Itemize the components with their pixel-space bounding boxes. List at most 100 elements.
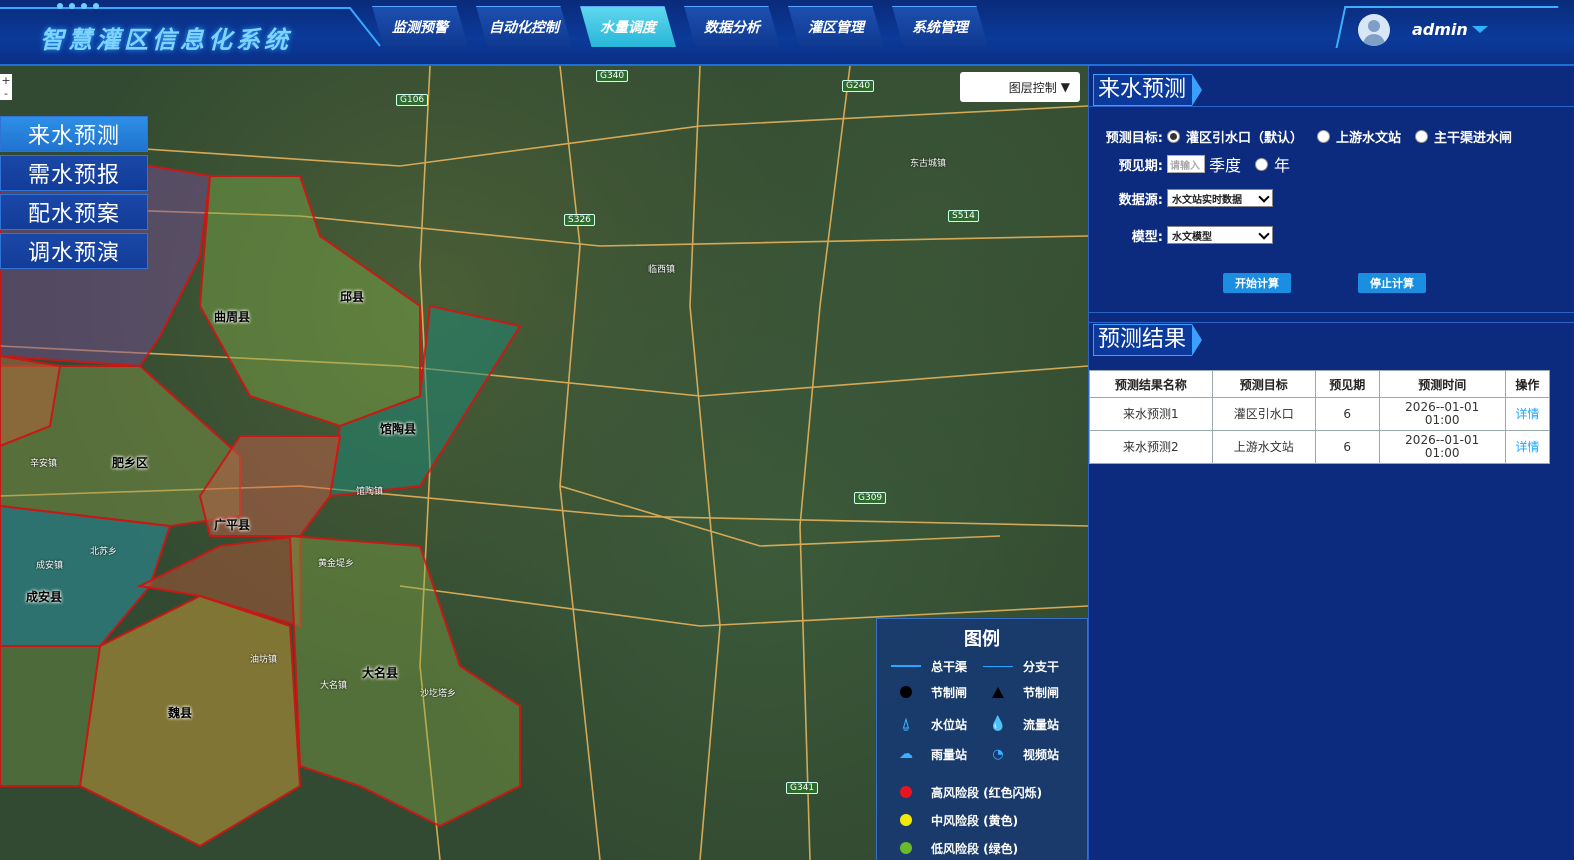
chevron-down-icon: [1258, 190, 1270, 203]
zoom-out-button[interactable]: -: [0, 87, 12, 100]
county-label: 邱县: [340, 290, 365, 304]
cell-target: 灌区引水口: [1211, 397, 1316, 431]
model-row: 模型: 水文模型: [1089, 223, 1273, 247]
username: admin: [1412, 20, 1468, 39]
county-label: 大名县: [362, 666, 399, 680]
radio-unit-year[interactable]: 年: [1255, 152, 1290, 176]
zoom-control: + -: [0, 74, 12, 100]
avatar: [1358, 14, 1390, 46]
route-marker: G106: [396, 94, 429, 106]
tab-water-dispatch[interactable]: 水量调度: [580, 6, 676, 47]
tab-data-analysis[interactable]: 数据分析: [684, 6, 780, 47]
cell-name: 来水预测1: [1089, 397, 1213, 431]
branch-canal-line-icon: [983, 665, 1013, 667]
radio-target-upstream-station[interactable]: 上游水文站: [1317, 127, 1401, 146]
section-title: 来水预测: [1093, 74, 1193, 106]
county-label: 肥乡区: [112, 456, 149, 470]
cell-target: 上游水文站: [1211, 430, 1316, 464]
stop-calculation-button[interactable]: 停止计算: [1358, 273, 1426, 293]
triangle-gate-icon: [992, 686, 1004, 698]
layer-control-label: 图层控制: [1008, 80, 1057, 95]
period-label: 预见期:: [1118, 158, 1163, 174]
tab-district-management[interactable]: 灌区管理: [788, 6, 884, 47]
details-link[interactable]: 详情: [1504, 397, 1551, 431]
red-dot-icon: [900, 786, 912, 798]
col-name: 预测结果名称: [1089, 370, 1213, 398]
table-row: 来水预测2 上游水文站 6 2026--01-01 01:00 详情: [1089, 430, 1551, 464]
app-title: 智慧灌区信息化系统: [40, 25, 292, 54]
route-marker: G341: [786, 782, 819, 794]
model-select[interactable]: 水文模型: [1167, 226, 1273, 244]
map-legend: 图例 总干渠 分支干 节制闸 节制闸 ⍙ 水位站 💧 流量站 ☁ 雨量站 ◔ 视…: [876, 618, 1088, 860]
satellite-map[interactable]: 邱县 馆陶县 肥乡区 广平县 成安县 魏县 大名县 曲周县 北苏乡 成安镇 辛安…: [0, 66, 1088, 860]
table-row: 来水预测1 灌区引水口 6 2026--01-01 01:00 详情: [1089, 397, 1551, 431]
main-nav: 监测预警 自动化控制 水量调度 数据分析 灌区管理 系统管理: [372, 6, 996, 47]
model-label: 模型:: [1131, 229, 1163, 245]
legend-item: 节制闸: [889, 683, 967, 701]
tab-system-management[interactable]: 系统管理: [892, 6, 988, 47]
route-marker: G240: [842, 80, 875, 92]
yellow-dot-icon: [900, 814, 912, 826]
town-label: 辛安镇: [30, 459, 58, 469]
target-label: 预测目标:: [1105, 130, 1163, 146]
legend-title: 图例: [964, 629, 1000, 650]
main-canal-line-icon: [891, 665, 921, 667]
cell-time: 2026--01-01 01:00: [1378, 430, 1506, 464]
radio-target-intake[interactable]: 灌区引水口（默认）: [1167, 127, 1303, 146]
route-marker: G340: [596, 70, 629, 82]
video-camera-icon: ◔: [992, 746, 1004, 762]
period-input[interactable]: 请输入: [1167, 155, 1205, 173]
town-label: 北苏乡: [90, 547, 118, 557]
forecast-panel: 来水预测 预测目标: 灌区引水口（默认） 上游水文站 主干渠进水闸 预见期: 请…: [1088, 66, 1574, 860]
section-title: 预测结果: [1093, 324, 1193, 356]
legend-item: ☁ 雨量站: [889, 745, 967, 763]
col-action: 操作: [1504, 370, 1551, 398]
cell-name: 来水预测2: [1089, 430, 1213, 464]
col-time: 预测时间: [1378, 370, 1506, 398]
section-header-forecast: 来水预测: [1093, 74, 1203, 106]
county-label: 曲周县: [214, 310, 251, 324]
legend-item: 低风险段 (绿色): [889, 839, 1018, 857]
col-target: 预测目标: [1211, 370, 1316, 398]
zoom-in-button[interactable]: +: [0, 74, 12, 87]
user-menu[interactable]: admin: [1334, 0, 1574, 52]
town-label: 大名镇: [320, 681, 348, 691]
green-dot-icon: [900, 842, 912, 854]
town-label: 油坊镇: [250, 655, 278, 665]
side-menu: 来水预测 需水预报 配水预案 调水预演: [0, 116, 148, 272]
legend-item: ◔ 视频站: [981, 745, 1059, 763]
details-link[interactable]: 详情: [1504, 430, 1551, 464]
legend-item: ⍙ 水位站: [889, 715, 967, 733]
side-item-demand-forecast[interactable]: 需水预报: [0, 155, 148, 191]
town-label: 馆陶镇: [356, 487, 384, 497]
period-row: 预见期: 请输入 季度 年: [1089, 152, 1304, 176]
unit-quarter: 季度: [1209, 156, 1242, 175]
cell-period: 6: [1314, 397, 1380, 431]
col-period: 预见期: [1314, 370, 1380, 398]
route-marker: S514: [948, 210, 979, 222]
chevron-down-icon[interactable]: [1472, 26, 1488, 33]
triangle-down-icon: ▼: [1060, 80, 1070, 94]
cell-time: 2026--01-01 01:00: [1378, 397, 1506, 431]
start-calculation-button[interactable]: 开始计算: [1223, 273, 1291, 293]
town-label: 东古城镇: [910, 159, 947, 169]
county-label: 成安县: [26, 590, 63, 604]
radio-target-main-canal-gate[interactable]: 主干渠进水闸: [1415, 127, 1512, 146]
side-item-allocation-plan[interactable]: 配水预案: [0, 194, 148, 230]
town-label: 沙圪塔乡: [420, 689, 457, 699]
tab-automation[interactable]: 自动化控制: [476, 6, 572, 47]
target-row: 预测目标: 灌区引水口（默认） 上游水文站 主干渠进水闸: [1089, 124, 1526, 148]
legend-item: 💧 流量站: [981, 715, 1059, 733]
side-item-dispatch-simulation[interactable]: 调水预演: [0, 233, 148, 269]
side-item-inflow-forecast[interactable]: 来水预测: [0, 116, 148, 152]
legend-item: 高风险段 (红色闪烁): [889, 783, 1042, 801]
top-header: 智慧灌区信息化系统 监测预警 自动化控制 水量调度 数据分析 灌区管理 系统管理…: [0, 0, 1574, 66]
water-level-icon: ⍙: [901, 716, 911, 732]
route-marker: G309: [854, 492, 887, 504]
tab-monitoring[interactable]: 监测预警: [372, 6, 468, 47]
source-select[interactable]: 水文站实时数据: [1167, 189, 1273, 207]
town-label: 黄金堤乡: [318, 559, 355, 569]
circle-gate-icon: [900, 686, 912, 698]
layer-control-button[interactable]: 图层控制 ▼: [960, 72, 1080, 102]
legend-item: 总干渠: [889, 657, 967, 675]
